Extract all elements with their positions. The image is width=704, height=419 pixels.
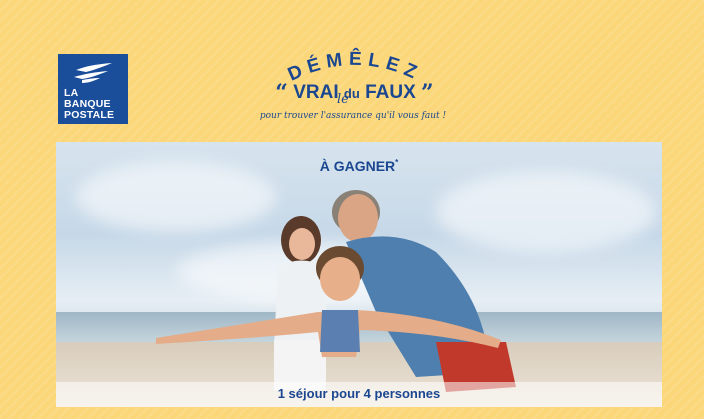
- headline-vrai: VRAI: [293, 82, 339, 103]
- prize-caption: 1 séjour pour 4 personnes: [277, 386, 441, 401]
- prize-asterisk: *: [395, 158, 399, 167]
- family-photo-illustration: [156, 190, 516, 392]
- prize-title: À GAGNER*: [56, 158, 662, 174]
- headline-du: du: [343, 86, 360, 101]
- prize-banner[interactable]: À GAGNER* 1 séjour pour 4 personnes: [56, 142, 662, 407]
- bird-logo-icon: [74, 63, 112, 83]
- headline-vrai-du-faux: “ VRAI du FAUX ”: [262, 80, 447, 106]
- la-banque-postale-logo[interactable]: LA BANQUE POSTALE: [58, 54, 128, 124]
- headline-faux: FAUX: [365, 82, 416, 103]
- logo-line-3: POSTALE: [64, 109, 115, 121]
- prize-title-text: À GAGNER: [319, 158, 396, 174]
- close-quote: ”: [421, 80, 434, 106]
- headline-tagline: pour trouver l'assurance qu'il vous faut…: [259, 111, 447, 121]
- logo-text: LA BANQUE POSTALE: [64, 88, 114, 121]
- open-quote: “: [275, 80, 288, 106]
